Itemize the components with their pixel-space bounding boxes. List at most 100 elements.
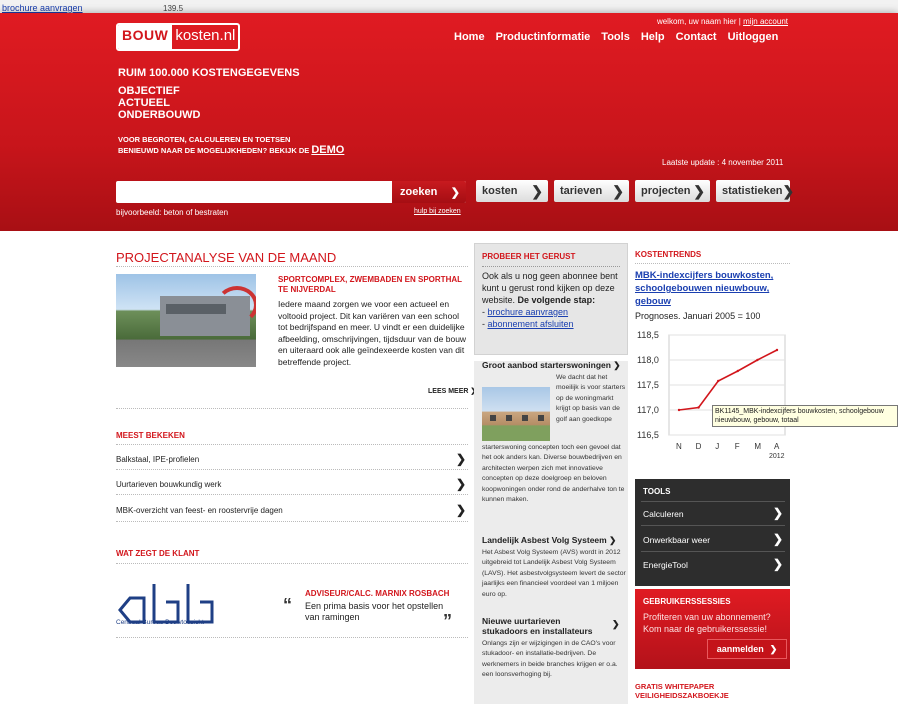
site-header: BOUW kosten.nl welkom, uw naam hier | mi… — [0, 13, 898, 231]
tool-item-calculeren[interactable]: Calculeren ❯ — [643, 506, 783, 520]
image-window — [538, 415, 544, 421]
chevron-right-icon: ❯ — [769, 643, 778, 654]
category-label: statistieken — [722, 185, 783, 197]
cost-trends-link[interactable]: MBK-indexcijfers bouwkosten, schoolgebou… — [635, 269, 795, 308]
news-title-3[interactable]: Nieuwe uurtarieven stukadoors en install… — [482, 616, 606, 636]
user-sessions-heading: GEBRUIKERSSESSIES — [643, 597, 731, 606]
news-text-3: Onlangs zijn er wijzigingen in de CAO's … — [482, 640, 618, 679]
tool-item-energietool[interactable]: EnergieTool ❯ — [643, 557, 783, 571]
news-image[interactable] — [482, 387, 550, 441]
cost-trend-chart[interactable]: 118,5 118,0 117,5 117,0 116,5 N D J F M A 2012 — [635, 325, 790, 475]
chart-data-point — [736, 369, 739, 373]
chart-x-tick-label: N — [676, 442, 682, 451]
nav-help[interactable]: Help — [641, 31, 665, 43]
news-text-1-side: We dacht dat het moeilijk is voor starte… — [556, 374, 626, 423]
news-title-label: Groot aanbod starterswoningen — [482, 360, 611, 370]
top-navigation: Home Productinformatie Tools Help Contac… — [454, 31, 778, 43]
cost-trends-heading: KOSTENTRENDS — [635, 250, 702, 259]
divider — [641, 501, 785, 502]
tools-heading: TOOLS — [643, 487, 671, 496]
cbb-logo — [118, 584, 214, 624]
background-number: 139.5 — [163, 4, 184, 13]
category-button-tarieven[interactable]: tarieven ❯ — [554, 180, 629, 202]
nav-tools[interactable]: Tools — [601, 31, 630, 43]
news-text-1: starterswoning concepten toch een gevoel… — [482, 444, 625, 504]
chart-x-tick-label: F — [735, 442, 740, 451]
divider — [641, 551, 785, 552]
tool-label: EnergieTool — [643, 560, 688, 570]
tool-item-onwerkbaar-weer[interactable]: Onwerkbaar weer ❯ — [643, 532, 783, 546]
chart-x-tick-label: A — [774, 442, 780, 451]
list-item-label: Uurtarieven bouwkundig werk — [116, 480, 222, 489]
chart-data-point — [677, 408, 681, 412]
chart-data-point — [775, 348, 779, 352]
my-account-link[interactable]: mijn account — [743, 17, 788, 26]
most-viewed-item[interactable]: Uurtarieven bouwkundig werk ❯ — [116, 477, 466, 491]
read-more-label: LEES MEER — [428, 388, 469, 395]
forecast-note: Prognoses. Januari 2005 = 100 — [635, 311, 761, 321]
register-button[interactable]: aanmelden ❯ — [707, 639, 787, 659]
cbb-logo-text: Centraal Bureau Bouwtoezicht — [116, 619, 204, 626]
chart-y-tick-label: 116,5 — [637, 430, 659, 440]
list-item-label: MBK-overzicht van feest- en roostervrije… — [116, 506, 283, 515]
nav-uitloggen[interactable]: Uitloggen — [728, 31, 779, 43]
project-heading: PROJECTANALYSE VAN DE MAAND — [116, 250, 337, 265]
register-button-label: aanmelden — [716, 644, 764, 654]
image-window — [490, 415, 496, 421]
hero-title: RUIM 100.000 KOSTENGEGEVENS — [118, 67, 300, 79]
nav-home[interactable]: Home — [454, 31, 485, 43]
nav-contact[interactable]: Contact — [676, 31, 717, 43]
brochure-link[interactable]: brochure aanvragen — [488, 307, 569, 317]
chart-x-tick-label: D — [696, 442, 702, 451]
chevron-right-icon: ❯ — [531, 182, 543, 199]
chevron-right-icon: ❯ — [455, 503, 466, 517]
divider — [482, 266, 620, 267]
site-logo[interactable]: BOUW kosten.nl — [116, 23, 240, 51]
nav-productinformatie[interactable]: Productinformatie — [496, 31, 591, 43]
tool-label: Calculeren — [643, 509, 684, 519]
chart-x-tick-label: M — [754, 442, 761, 451]
try-heading: PROBEER HET GERUST — [482, 252, 576, 261]
user-sessions-panel: GEBRUIKERSSESSIES Profiteren van uw abon… — [635, 589, 790, 669]
testimonial-quote: Een prima basis voor het opstellen van r… — [305, 601, 444, 622]
tools-panel: TOOLS Calculeren ❯ Onwerkbaar weer ❯ Energ… — [635, 479, 790, 586]
background-link[interactable]: brochure aanvragen — [2, 3, 83, 13]
image-waterslide — [216, 286, 256, 324]
category-label: tarieven — [560, 185, 603, 197]
divider — [116, 444, 468, 445]
chevron-right-icon: ❯ — [450, 186, 460, 199]
search-button[interactable]: zoeken ❯ — [392, 181, 466, 203]
subscription-link[interactable]: abonnement afsluiten — [488, 319, 574, 329]
category-button-statistieken[interactable]: statistieken ❯ — [716, 180, 794, 202]
chevron-right-icon: ❯ — [609, 535, 617, 545]
list-item-label: Balkstaal, IPE-profielen — [116, 455, 200, 464]
most-viewed-item[interactable]: Balkstaal, IPE-profielen ❯ — [116, 452, 466, 466]
chart-data-point — [756, 358, 759, 362]
divider — [116, 521, 468, 522]
testimonial-heading: WAT ZEGT DE KLANT — [116, 549, 200, 558]
cbb-shape-b1 — [152, 584, 180, 624]
project-image[interactable] — [116, 274, 256, 367]
chevron-right-icon: ❯ — [613, 360, 621, 370]
whitepaper-line-1: GRATIS WHITEPAPER — [635, 682, 715, 691]
news-title-2[interactable]: Landelijk Asbest Volg Systeem ❯ — [482, 535, 626, 546]
last-update: Laatste update : 4 november 2011 — [662, 158, 784, 167]
search-button-label: zoeken — [400, 186, 438, 198]
chevron-right-icon[interactable]: ❯ — [612, 619, 620, 630]
news-title-label: Landelijk Asbest Volg Systeem — [482, 535, 607, 545]
chart-data-point — [717, 379, 720, 383]
chart-y-tick-label: 117,0 — [637, 405, 659, 415]
most-viewed-heading: MEEST BEKEKEN — [116, 431, 185, 440]
divider — [116, 408, 468, 409]
category-button-kosten[interactable]: kosten ❯ — [476, 180, 548, 202]
read-more-link[interactable]: LEES MEER ❯ — [428, 387, 476, 395]
most-viewed-item[interactable]: MBK-overzicht van feest- en roostervrije… — [116, 503, 466, 517]
whitepaper-link[interactable]: GRATIS WHITEPAPER VEILIGHEIDSZAKBOEKJE — [635, 682, 785, 700]
tool-label: Onwerkbaar weer — [643, 535, 711, 545]
search-help-link[interactable]: hulp bij zoeken — [414, 208, 461, 215]
news-title-1[interactable]: Groot aanbod starterswoningen ❯ — [482, 360, 622, 371]
category-button-projecten[interactable]: projecten ❯ — [635, 180, 710, 202]
demo-link[interactable]: DEMO — [311, 144, 344, 156]
project-title[interactable]: SPORTCOMPLEX, ZWEMBADEN EN SPORTHAL TE N… — [278, 275, 468, 295]
search-example: bijvoorbeeld: beton of bestraten — [116, 208, 229, 217]
